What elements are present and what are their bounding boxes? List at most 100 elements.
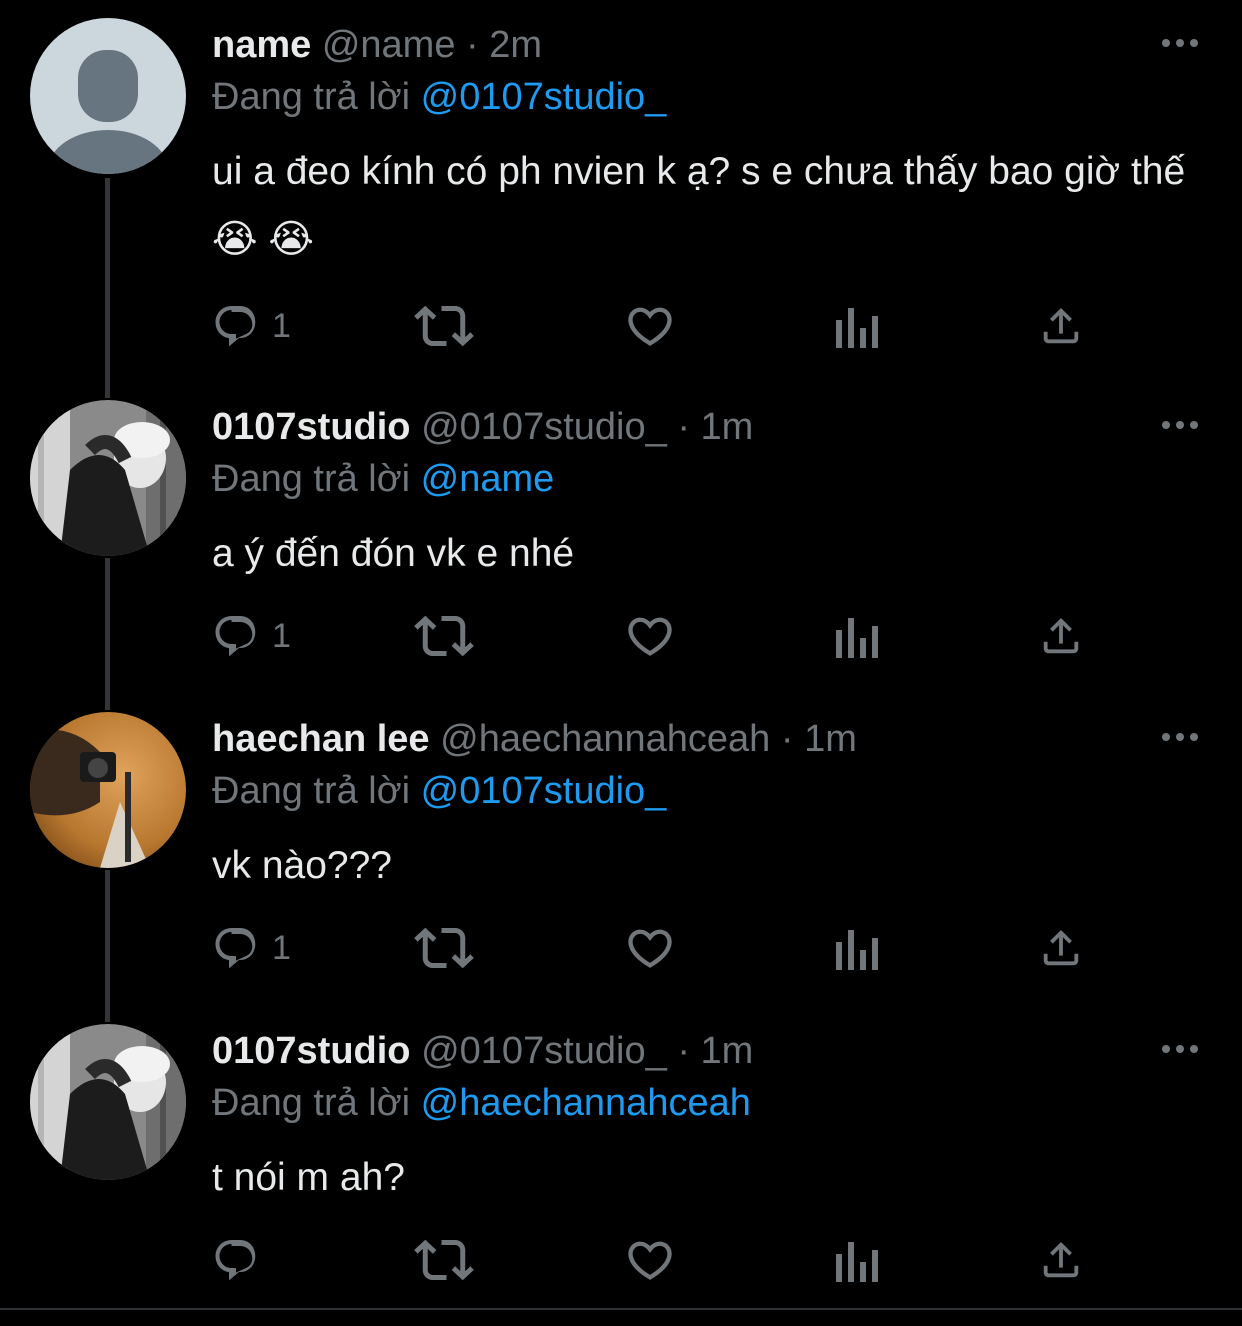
avatar[interactable] (30, 712, 186, 868)
action-bar: 1 (212, 296, 1112, 356)
analytics-icon (836, 618, 878, 658)
user-handle[interactable]: @haechannahceah (440, 718, 770, 760)
divider (0, 1308, 1242, 1310)
reply-icon (215, 928, 256, 969)
separator-dot: · (466, 24, 479, 66)
separator-dot: · (677, 406, 690, 448)
replying-to-mention[interactable]: @name (421, 458, 555, 500)
reply-button[interactable]: 1 (212, 918, 291, 978)
like-button[interactable] (624, 1230, 676, 1290)
like-icon (628, 307, 672, 346)
default-avatar-icon (30, 18, 186, 174)
retweet-icon (414, 1239, 474, 1281)
share-icon (1043, 1241, 1079, 1278)
analytics-button[interactable] (834, 918, 878, 978)
replying-to-mention[interactable]: @haechannahceah (421, 1082, 751, 1124)
reply-icon (215, 1240, 256, 1281)
share-button[interactable] (1038, 606, 1084, 666)
retweet-icon (414, 927, 474, 969)
tweet-text: t nói m ah? (212, 1156, 405, 1199)
avatar[interactable] (30, 400, 186, 556)
separator-dot: · (677, 1030, 690, 1072)
display-name[interactable]: 0107studio (212, 406, 411, 448)
replying-to: Đang trả lời @name (212, 452, 554, 506)
analytics-button[interactable] (834, 1230, 878, 1290)
replying-to-mention[interactable]: @0107studio_ (421, 770, 667, 812)
replying-to: Đang trả lời @0107studio_ (212, 70, 666, 124)
user-handle[interactable]: @0107studio_ (421, 406, 667, 448)
share-icon (1043, 929, 1079, 966)
share-button[interactable] (1038, 918, 1084, 978)
like-icon (628, 1241, 672, 1280)
warm-photo-avatar-icon (30, 712, 186, 868)
tweet-header: 0107studio @0107studio_ · 1m (212, 400, 753, 454)
analytics-icon (836, 930, 878, 970)
like-button[interactable] (624, 918, 676, 978)
tweet[interactable]: 0107studio @0107studio_ · 1m Đang trả lờ… (0, 1024, 1242, 1304)
share-button[interactable] (1038, 1230, 1084, 1290)
bw-photo-avatar-icon (30, 1024, 186, 1180)
tweet-text: vk nào??? (212, 844, 392, 887)
user-handle[interactable]: @0107studio_ (421, 1030, 667, 1072)
bw-photo-avatar-icon (30, 400, 186, 556)
reply-button[interactable]: 1 (212, 606, 291, 666)
user-handle[interactable]: @name (322, 24, 456, 66)
like-icon (628, 617, 672, 656)
replying-to-label: Đang trả lời (212, 76, 411, 118)
analytics-button[interactable] (834, 606, 878, 666)
replying-to-label: Đang trả lời (212, 458, 411, 500)
tweet-text: ui a đeo kính có ph nvien k ạ? s e chưa … (212, 150, 1186, 261)
reply-count: 1 (272, 306, 291, 345)
retweet-button[interactable] (414, 918, 474, 978)
timestamp[interactable]: 1m (701, 406, 754, 448)
timestamp[interactable]: 2m (489, 24, 542, 66)
reply-button[interactable] (212, 1230, 272, 1290)
tweet[interactable]: name @name · 2m Đang trả lời @0107studio… (0, 18, 1242, 358)
replying-to-label: Đang trả lời (212, 770, 411, 812)
reply-icon (215, 616, 256, 657)
reply-count: 1 (272, 616, 291, 655)
replying-to: Đang trả lời @haechannahceah (212, 1076, 751, 1130)
more-icon[interactable] (1158, 410, 1202, 440)
more-icon[interactable] (1158, 722, 1202, 752)
reply-icon (215, 306, 256, 347)
share-icon (1043, 617, 1079, 654)
reply-count: 1 (272, 928, 291, 967)
action-bar (212, 1230, 1112, 1290)
tweet-header: haechan lee @haechannahceah · 1m (212, 712, 857, 766)
action-bar: 1 (212, 606, 1112, 666)
avatar[interactable] (30, 1024, 186, 1180)
analytics-icon (836, 1242, 878, 1282)
retweet-button[interactable] (414, 1230, 474, 1290)
avatar[interactable] (30, 18, 186, 174)
tweet-header: 0107studio @0107studio_ · 1m (212, 1024, 753, 1078)
like-button[interactable] (624, 296, 676, 356)
analytics-icon (836, 308, 878, 348)
display-name[interactable]: name (212, 24, 311, 66)
display-name[interactable]: 0107studio (212, 1030, 411, 1072)
action-bar: 1 (212, 918, 1112, 978)
separator-dot: · (780, 718, 794, 760)
reply-button[interactable]: 1 (212, 296, 291, 356)
like-button[interactable] (624, 606, 676, 666)
replying-to-label: Đang trả lời (212, 1082, 411, 1124)
tweet-text: a ý đến đón vk e nhé (212, 532, 575, 575)
tweet[interactable]: haechan lee @haechannahceah · 1m Đang tr… (0, 712, 1242, 992)
retweet-icon (414, 305, 474, 347)
tweet[interactable]: 0107studio @0107studio_ · 1m Đang trả lờ… (0, 400, 1242, 680)
share-icon (1043, 307, 1079, 344)
display-name[interactable]: haechan lee (212, 718, 430, 760)
tweet-header: name @name · 2m (212, 18, 542, 72)
more-icon[interactable] (1158, 28, 1202, 58)
share-button[interactable] (1038, 296, 1084, 356)
timestamp[interactable]: 1m (804, 718, 857, 760)
replying-to: Đang trả lời @0107studio_ (212, 764, 666, 818)
more-icon[interactable] (1158, 1034, 1202, 1064)
like-icon (628, 929, 672, 968)
retweet-icon (414, 615, 474, 657)
timestamp[interactable]: 1m (701, 1030, 754, 1072)
replying-to-mention[interactable]: @0107studio_ (421, 76, 667, 118)
analytics-button[interactable] (834, 296, 878, 356)
retweet-button[interactable] (414, 296, 474, 356)
retweet-button[interactable] (414, 606, 474, 666)
